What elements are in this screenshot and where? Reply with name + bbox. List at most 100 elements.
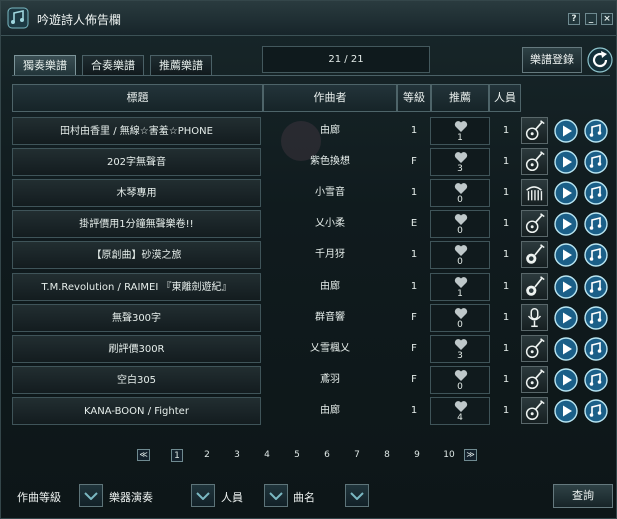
recommend-count: 1 [457,289,463,299]
refresh-icon[interactable] [587,47,613,73]
players-label: 人員 [221,491,243,504]
sheet-music-icon[interactable] [584,212,608,236]
lute-icon[interactable] [521,397,548,424]
sheet-music-icon[interactable] [584,337,608,361]
play-icon[interactable] [554,119,578,143]
tab-divider [12,75,610,76]
song-name-dropdown[interactable] [345,484,369,507]
recommend-box[interactable]: 0 [430,241,490,269]
score-composer: 紫色換想 [310,156,350,167]
close-button[interactable]: × [601,13,613,25]
play-icon[interactable] [554,399,578,423]
xylophone-icon[interactable] [521,179,548,206]
players-dropdown[interactable] [264,484,288,507]
recommend-box[interactable]: 4 [430,397,490,425]
play-icon[interactable] [554,212,578,236]
chevron-down-icon [269,492,283,500]
recommend-box[interactable]: 3 [430,335,490,363]
score-title[interactable]: 掛評價用1分鐘無聲樂卷!! [12,210,261,238]
page-number-3[interactable]: 3 [231,449,243,462]
score-title[interactable]: T.M.Revolution / RAIMEI 『東離劍遊紀』 [12,273,261,301]
page-number-8[interactable]: 8 [381,449,393,462]
score-title[interactable]: 空白305 [12,366,261,394]
score-title[interactable]: 202字無聲音 [12,148,261,176]
recommend-box[interactable]: 0 [430,179,490,207]
page-number-10[interactable]: 10 [440,449,458,462]
chevron-down-icon [350,492,364,500]
play-icon[interactable] [554,275,578,299]
score-composer: 乂小柔 [315,218,345,229]
column-header-level: 等級 [397,84,431,112]
score-level: 1 [410,249,418,260]
lute-icon[interactable] [521,117,548,144]
page-number-4[interactable]: 4 [261,449,273,462]
help-button[interactable]: ? [568,13,580,25]
score-composer: 群音響 [315,312,345,323]
score-title[interactable]: 木琴專用 [12,179,261,207]
instrument-dropdown[interactable] [191,484,215,507]
banjo-icon[interactable] [521,241,548,268]
score-title[interactable]: 刷評價300R [12,335,261,363]
play-icon[interactable] [554,181,578,205]
recommend-count: 3 [457,351,463,361]
recommend-box[interactable]: 1 [430,117,490,145]
sheet-music-icon[interactable] [584,368,608,392]
score-level: E [410,218,418,229]
sheet-music-icon[interactable] [584,275,608,299]
score-title[interactable]: 無聲300字 [12,304,261,332]
score-players: 1 [502,281,510,292]
page-number-2[interactable]: 2 [201,449,213,462]
play-icon[interactable] [554,243,578,267]
score-level: 1 [410,187,418,198]
page-number-7[interactable]: 7 [351,449,363,462]
sheet-music-icon[interactable] [584,150,608,174]
page-number-5[interactable]: 5 [291,449,303,462]
recommend-box[interactable]: 0 [430,304,490,332]
play-icon[interactable] [554,368,578,392]
tab-solo-scores[interactable]: 獨奏樂譜 [14,55,76,75]
recommend-box[interactable]: 3 [430,148,490,176]
lute-icon[interactable] [521,335,548,362]
page-number-1[interactable]: 1 [171,449,183,462]
score-title[interactable]: 【原創曲】砂漠之旅 [12,241,261,269]
sheet-music-icon[interactable] [584,306,608,330]
page-number-6[interactable]: 6 [321,449,333,462]
play-icon[interactable] [554,150,578,174]
lute-icon[interactable] [521,366,548,393]
composer-level-dropdown[interactable] [79,484,103,507]
score-players: 1 [502,374,510,385]
tab-ensemble-scores[interactable]: 合奏樂譜 [82,55,144,75]
lute-icon[interactable] [521,210,548,237]
sheet-music-icon[interactable] [584,399,608,423]
register-score-button[interactable]: 樂譜登錄 [522,47,582,73]
banjo-icon[interactable] [521,273,548,300]
score-composer: 由廊 [320,405,340,416]
sheet-music-icon[interactable] [584,119,608,143]
lute-icon[interactable] [521,148,548,175]
search-button[interactable]: 查詢 [553,484,613,508]
recommend-count: 0 [457,226,463,236]
recommend-count: 0 [457,195,463,205]
play-icon[interactable] [554,337,578,361]
score-title[interactable]: KANA-BOON / Fighter [12,397,261,425]
score-level: F [411,312,417,323]
play-icon[interactable] [554,306,578,330]
microphone-icon[interactable] [521,304,548,331]
column-header-title: 標題 [12,84,263,112]
recommend-box[interactable]: 0 [430,366,490,394]
sheet-music-icon[interactable] [584,243,608,267]
sheet-music-icon[interactable] [584,181,608,205]
tab-recommended-scores[interactable]: 推薦樂譜 [150,55,212,75]
recommend-box[interactable]: 1 [430,273,490,301]
page-number-9[interactable]: 9 [411,449,423,462]
score-players: 1 [502,312,510,323]
score-players: 1 [502,156,510,167]
recommend-box[interactable]: 0 [430,210,490,238]
composer-level-label: 作曲等級 [17,491,61,504]
first-page-button[interactable]: ≪ [137,449,150,461]
last-page-button[interactable]: ≫ [464,449,477,461]
window-title: 吟遊詩人佈告欄 [37,13,122,27]
minimize-button[interactable]: _ [585,13,597,25]
score-title[interactable]: 田村由香里 / 無線☆害羞☆PHONE [12,117,261,145]
recommend-count: 0 [457,382,463,392]
